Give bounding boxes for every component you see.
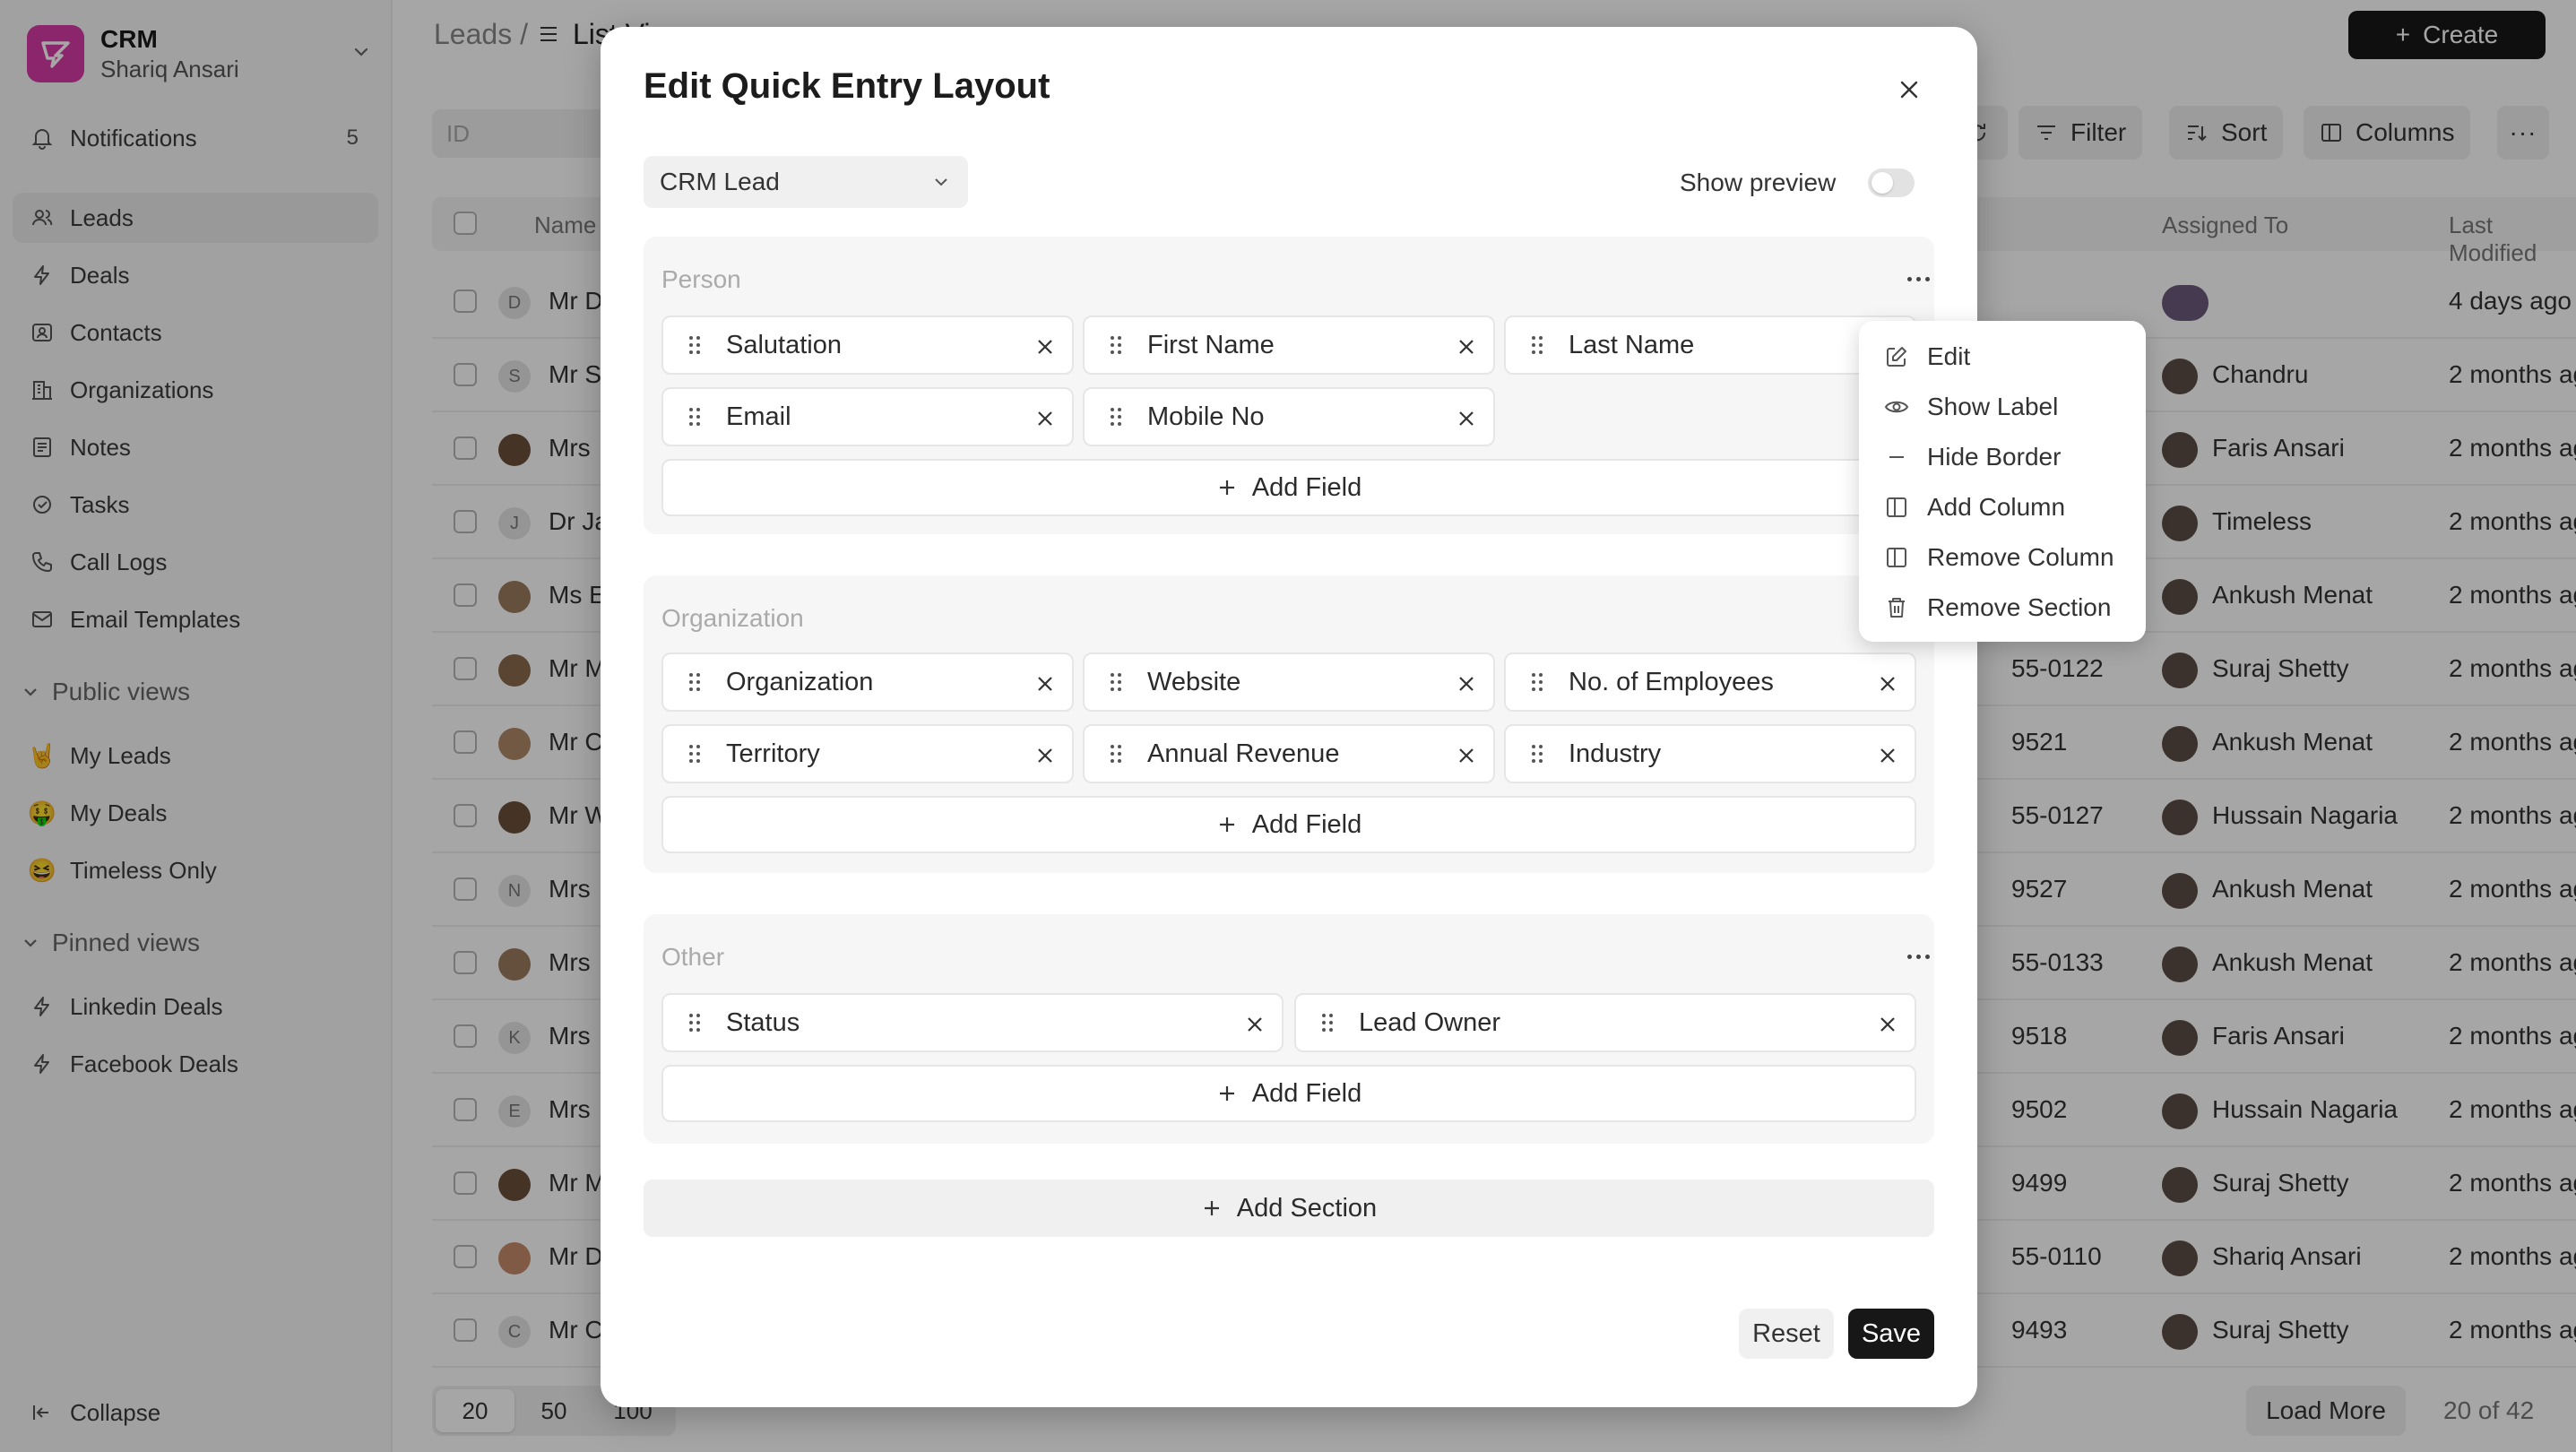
section-more-button[interactable] [1902, 267, 1934, 290]
remove-field-icon[interactable] [1034, 335, 1056, 365]
menu-item-edit[interactable]: Edit [1870, 332, 2135, 382]
field-label: No. of Employees [1569, 667, 1774, 696]
doctype-select[interactable]: CRM Lead [644, 156, 968, 208]
menu-item-remove-section[interactable]: Remove Section [1870, 583, 2135, 633]
more-icon [1906, 954, 1912, 959]
add-section-button[interactable]: Add Section [644, 1180, 1934, 1237]
remove-field-icon[interactable] [1877, 672, 1898, 702]
section-other: Other Status Lead Owner Add Field [644, 914, 1934, 1144]
drag-handle-icon[interactable] [663, 406, 726, 428]
section-title[interactable]: Other [661, 943, 724, 972]
field-lead-owner[interactable]: Lead Owner [1294, 993, 1916, 1052]
menu-item-show-label[interactable]: Show Label [1870, 382, 2135, 432]
field-last-name[interactable]: Last Name [1504, 315, 1916, 375]
menu-item-hide-border[interactable]: Hide Border [1870, 432, 2135, 482]
section-organization: Organization Organization Website No. of… [644, 575, 1934, 873]
field-website[interactable]: Website [1083, 653, 1495, 712]
modal-title: Edit Quick Entry Layout [644, 66, 1050, 106]
drag-handle-icon[interactable] [1506, 743, 1569, 765]
show-preview-toggle[interactable] [1868, 169, 1915, 197]
section-title[interactable]: Organization [661, 604, 804, 633]
remove-field-icon[interactable] [1456, 335, 1477, 365]
remove-field-icon[interactable] [1244, 1013, 1266, 1042]
plus-icon [1219, 817, 1234, 832]
save-button[interactable]: Save [1848, 1309, 1934, 1359]
field-label: Status [726, 1007, 800, 1037]
field-label: First Name [1147, 330, 1275, 359]
field-mobile-no[interactable]: Mobile No [1083, 387, 1495, 446]
field-annual-revenue[interactable]: Annual Revenue [1083, 724, 1495, 783]
close-button[interactable] [1889, 70, 1929, 109]
field-label: Salutation [726, 330, 842, 359]
field-no-of-employees[interactable]: No. of Employees [1504, 653, 1916, 712]
field-label: Organization [726, 667, 874, 696]
field-label: Territory [726, 739, 820, 768]
chevron-down-icon [935, 178, 947, 186]
drag-handle-icon[interactable] [663, 334, 726, 356]
add-field-button[interactable]: Add Field [661, 459, 1916, 516]
edit-icon [1887, 347, 1906, 367]
drag-handle-icon[interactable] [1296, 1012, 1359, 1033]
field-label: Email [726, 402, 791, 431]
trash-icon [1889, 598, 1905, 618]
section-title[interactable]: Person [661, 265, 741, 294]
drag-handle-icon[interactable] [1085, 406, 1147, 428]
remove-field-icon[interactable] [1456, 744, 1477, 774]
show-preview-label: Show preview [1680, 169, 1837, 196]
edit-quick-entry-modal: Edit Quick Entry Layout CRM Lead Show pr… [601, 27, 1977, 1407]
add-field-button[interactable]: Add Field [661, 1065, 1916, 1122]
eye-icon [1884, 401, 1909, 413]
field-label: Last Name [1569, 330, 1695, 359]
field-industry[interactable]: Industry [1504, 724, 1916, 783]
remove-field-icon[interactable] [1034, 407, 1056, 436]
field-label: Industry [1569, 739, 1662, 768]
section-person: Person Salutation First Name Last Name E… [644, 237, 1934, 534]
drag-handle-icon[interactable] [1085, 334, 1147, 356]
drag-handle-icon[interactable] [663, 743, 726, 765]
field-label: Website [1147, 667, 1241, 696]
plus-icon [1204, 1201, 1219, 1215]
field-first-name[interactable]: First Name [1083, 315, 1495, 375]
remove-field-icon[interactable] [1456, 672, 1477, 702]
drag-handle-icon[interactable] [1085, 671, 1147, 693]
drag-handle-icon[interactable] [663, 1012, 726, 1033]
add-field-button[interactable]: Add Field [661, 796, 1916, 853]
remove-field-icon[interactable] [1877, 1013, 1898, 1042]
columns-icon [1887, 497, 1906, 517]
plus-icon [1219, 1086, 1234, 1101]
remove-field-icon[interactable] [1034, 672, 1056, 702]
remove-field-icon[interactable] [1456, 407, 1477, 436]
section-options-menu: Edit Show Label Hide Border Add Column R… [1859, 321, 2146, 642]
field-label: Mobile No [1147, 402, 1265, 431]
drag-handle-icon[interactable] [663, 671, 726, 693]
reset-button[interactable]: Reset [1739, 1309, 1834, 1359]
field-email[interactable]: Email [661, 387, 1074, 446]
columns-icon [1887, 548, 1906, 567]
field-organization[interactable]: Organization [661, 653, 1074, 712]
field-salutation[interactable]: Salutation [661, 315, 1074, 375]
more-icon [1906, 276, 1912, 281]
minus-icon [1889, 456, 1904, 458]
menu-item-add-column[interactable]: Add Column [1870, 482, 2135, 532]
remove-field-icon[interactable] [1877, 744, 1898, 774]
plus-icon [1219, 480, 1234, 495]
field-territory[interactable]: Territory [661, 724, 1074, 783]
drag-handle-icon[interactable] [1506, 334, 1569, 356]
remove-field-icon[interactable] [1034, 744, 1056, 774]
section-more-button[interactable] [1902, 945, 1934, 968]
field-label: Annual Revenue [1147, 739, 1340, 768]
close-icon [1900, 81, 1918, 99]
menu-item-remove-column[interactable]: Remove Column [1870, 532, 2135, 583]
field-status[interactable]: Status [661, 993, 1284, 1052]
field-label: Lead Owner [1359, 1007, 1500, 1037]
drag-handle-icon[interactable] [1506, 671, 1569, 693]
drag-handle-icon[interactable] [1085, 743, 1147, 765]
